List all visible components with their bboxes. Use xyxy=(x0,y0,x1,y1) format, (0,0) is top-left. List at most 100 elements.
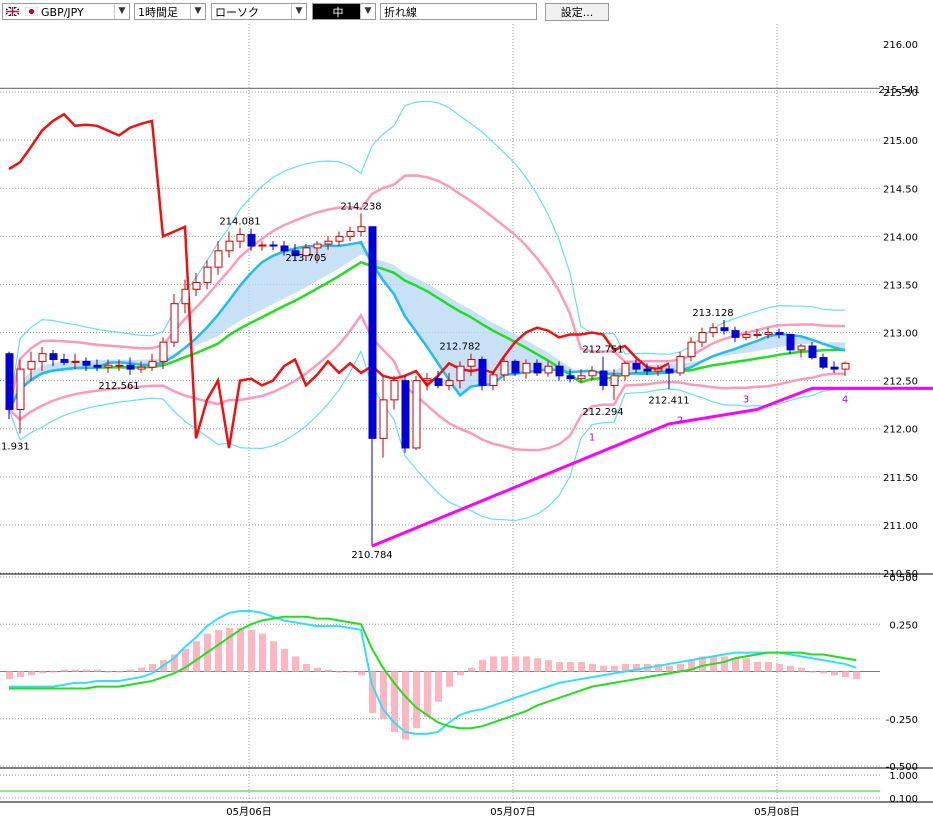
histogram-bar xyxy=(732,658,739,672)
candle xyxy=(203,266,212,284)
histogram-bar xyxy=(567,662,574,672)
candle xyxy=(533,362,542,374)
candle xyxy=(753,333,762,336)
chart-area: 215.50215.00214.50214.00213.50213.00212.… xyxy=(0,24,933,821)
histogram-bar xyxy=(237,628,244,672)
candle xyxy=(71,360,80,363)
size-select[interactable]: 中 ▼ xyxy=(312,3,376,20)
candle xyxy=(467,358,476,367)
candle xyxy=(786,333,795,351)
histogram-bar xyxy=(138,667,145,672)
candle xyxy=(819,357,828,368)
candle xyxy=(412,380,421,449)
histogram-bar xyxy=(303,663,310,672)
candle xyxy=(423,378,432,382)
histogram-bar xyxy=(853,671,860,680)
histogram-bar xyxy=(193,641,200,672)
candle xyxy=(434,378,443,386)
y-tick-label: 212.00 xyxy=(883,425,918,436)
chart-type-label: ローソク xyxy=(215,6,259,19)
candle xyxy=(566,375,575,380)
histogram-bar xyxy=(6,671,13,680)
histogram-bar xyxy=(248,629,255,672)
candle xyxy=(335,235,344,242)
candle xyxy=(137,366,146,370)
chevron-down-icon: ▼ xyxy=(360,4,375,19)
candle xyxy=(588,370,597,377)
overlay-label: 折れ線 xyxy=(384,6,417,19)
histogram-bar xyxy=(512,656,519,672)
histogram-bar xyxy=(666,665,673,672)
y-tick-label: -0.250 xyxy=(886,715,918,726)
histogram-bar xyxy=(127,669,134,672)
price-annotation: 210.784 xyxy=(351,550,392,561)
price-annotation: 211.931 xyxy=(0,441,30,452)
overlay-select[interactable]: 折れ線 xyxy=(380,3,537,20)
candle xyxy=(82,360,91,366)
wave-label: 4 xyxy=(842,394,848,405)
candle xyxy=(269,244,278,247)
histogram-bar xyxy=(501,656,508,672)
symbol-label: GBP/JPY xyxy=(41,6,84,19)
histogram-bar xyxy=(578,662,585,672)
candle xyxy=(390,380,399,401)
histogram-bar xyxy=(270,641,277,672)
candle xyxy=(555,365,564,377)
histogram-bar xyxy=(798,667,805,672)
histogram-bar xyxy=(545,660,552,672)
candle xyxy=(214,250,223,268)
wave-label: 1 xyxy=(589,433,595,444)
candle xyxy=(401,380,410,449)
chart-type-select[interactable]: ローソク ▼ xyxy=(211,3,307,20)
candle xyxy=(357,226,366,233)
histogram-bar xyxy=(457,671,464,676)
y-tick-label-top: 216.00 xyxy=(883,40,918,51)
price-annotation: 212.411 xyxy=(648,395,689,406)
candle xyxy=(324,240,333,245)
histogram-bar xyxy=(259,633,266,672)
candle xyxy=(280,245,289,252)
histogram-bar xyxy=(314,667,321,672)
histogram-bar xyxy=(523,656,530,672)
candle xyxy=(225,240,234,252)
candle xyxy=(775,332,784,335)
candle xyxy=(841,362,850,370)
histogram-bar xyxy=(490,656,497,672)
histogram-bar xyxy=(336,671,343,673)
histogram-bar xyxy=(94,669,101,672)
histogram-bar xyxy=(358,671,365,676)
histogram-bar xyxy=(611,665,618,672)
candle xyxy=(577,375,586,380)
price-annotation: 212.782 xyxy=(439,342,480,353)
candle xyxy=(368,226,377,439)
x-tick-label: 05月07日 xyxy=(490,806,535,818)
settings-button[interactable]: 設定... xyxy=(545,3,609,21)
flag-uk-jp-icon xyxy=(6,7,19,16)
histogram-bar xyxy=(820,671,827,674)
histogram-bar xyxy=(842,671,849,678)
y-tick-label: 1.000 xyxy=(889,771,918,782)
candle xyxy=(159,341,168,362)
candle xyxy=(797,345,806,351)
candle xyxy=(148,360,157,368)
candle xyxy=(489,374,498,386)
y-tick-label: 211.50 xyxy=(883,473,918,484)
histogram-bar xyxy=(787,665,794,672)
candle xyxy=(478,358,487,386)
current-price-label: 215.541 xyxy=(879,85,920,96)
price-annotation: 212.751 xyxy=(582,345,623,356)
histogram-bar xyxy=(281,648,288,672)
candle xyxy=(500,360,509,376)
symbol-select[interactable]: GBP/JPY ▼ xyxy=(2,3,130,20)
candle xyxy=(720,327,729,332)
histogram-bar xyxy=(479,660,486,672)
flag-jp-icon xyxy=(25,7,38,16)
price-annotation: 212.561 xyxy=(98,381,139,392)
histogram-bar xyxy=(435,671,442,702)
candle xyxy=(247,233,256,247)
chevron-down-icon: ▼ xyxy=(190,4,205,19)
y-tick-label: 213.00 xyxy=(883,329,918,340)
price-annotation: 214.238 xyxy=(340,201,381,212)
candle xyxy=(742,333,751,338)
timeframe-select[interactable]: 1時間足 ▼ xyxy=(134,3,206,20)
